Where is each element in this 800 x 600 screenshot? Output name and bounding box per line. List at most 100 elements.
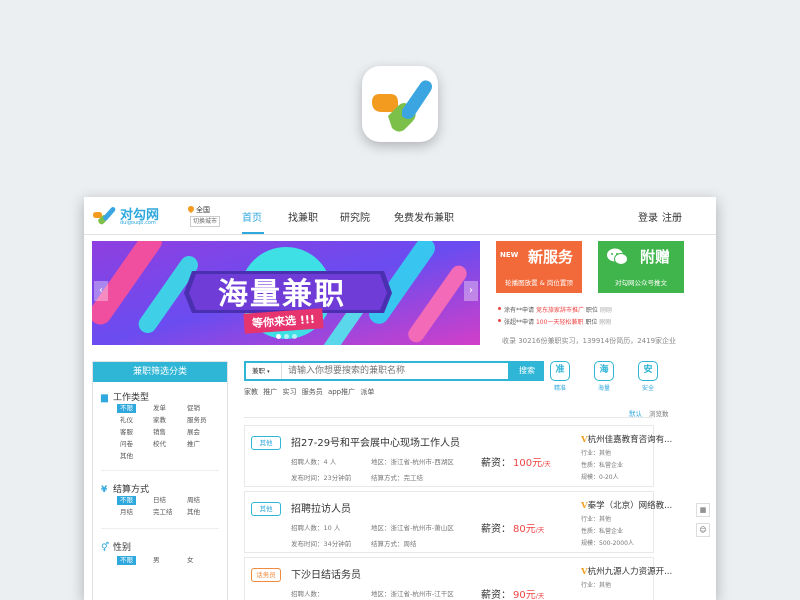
job-card[interactable]: 其他 招聘拉访人员 招聘人数：10 人 地区：浙江省-杭州市-萧山区 发布时间：…	[244, 491, 672, 553]
salary-label: 薪资：	[481, 524, 511, 535]
badge-label: 精准	[553, 385, 566, 392]
carousel-dot-1[interactable]	[276, 334, 281, 339]
filter-option[interactable]: 推广	[187, 440, 200, 449]
salary-unit: /天	[535, 592, 545, 600]
hot-tag[interactable]: 家教	[244, 388, 258, 396]
filter-group-label: 性别	[113, 543, 132, 553]
salary-label: 薪资：	[481, 458, 511, 469]
filter-option[interactable]: 其他	[187, 508, 200, 517]
notice-prefix: 涂有**申请	[504, 307, 535, 314]
filter-option[interactable]: 礼仪	[120, 416, 133, 425]
hot-tag[interactable]: 服务员	[302, 388, 323, 396]
job-area: 地区：浙江省-杭州市-江干区	[371, 590, 454, 598]
website-window: 对勾网 duigouqb.com 全国 切换城市 首页 找兼职 研究院 免费发布…	[84, 197, 716, 600]
job-card[interactable]: 其他 招27-29号和平会展中心现场工作人员 招聘人数：4 人 地区：浙江省-杭…	[244, 425, 672, 487]
filter-option[interactable]: 其他	[120, 452, 133, 461]
job-settlement: 结算方式：周结	[371, 540, 417, 548]
switch-city-button[interactable]: 切换城市	[190, 216, 221, 227]
notice-time: 刚刚	[599, 319, 612, 326]
banner-prev-button[interactable]: ‹	[94, 281, 108, 301]
precise-icon: 准	[550, 361, 570, 381]
filter-option[interactable]: 周结	[187, 496, 200, 505]
filter-option[interactable]: 销售	[153, 428, 166, 437]
apply-notice: 涂有**申请 竞东旅家辞市推广 职位 刚刚	[498, 305, 612, 314]
promo-gift[interactable]: 附赠 对勾网公众号推文	[598, 241, 684, 293]
company-name[interactable]: V杭州九源人力资源开...	[581, 565, 672, 577]
company-size: 规模：500-2000人	[581, 540, 634, 547]
filter-option[interactable]: 月结	[120, 508, 133, 517]
filter-option[interactable]: 问卷	[120, 440, 133, 449]
company-nature: 性质：私营企业	[581, 462, 624, 469]
filter-option[interactable]: 服务员	[187, 416, 207, 425]
company-name[interactable]: V秦学（北京）网络教...	[581, 499, 672, 511]
briefcase-icon: ▆	[101, 393, 108, 403]
site-logo[interactable]: 对勾网 duigouqb.com	[92, 204, 172, 230]
promo-new-service[interactable]: NEW 新服务 轮播图放置 & 岗位置顶	[496, 241, 582, 293]
chevron-down-icon: ▾	[267, 369, 270, 375]
notice-suffix: 职位	[585, 307, 598, 314]
nav-find-job[interactable]: 找兼职	[288, 209, 318, 224]
filter-group-label: 结算方式	[113, 485, 150, 495]
current-city: 全国	[196, 206, 210, 214]
register-link[interactable]: 注册	[662, 209, 682, 224]
job-card[interactable]: 话务员 下沙日结话务员 招聘人数： 地区：浙江省-杭州市-江干区 薪资： 90元…	[244, 557, 672, 600]
company-name[interactable]: V杭州佳嘉教育咨询有...	[581, 433, 672, 445]
filter-option[interactable]: 促销	[187, 404, 200, 413]
filter-option[interactable]: 不限	[117, 496, 136, 505]
job-title[interactable]: 招聘拉访人员	[291, 500, 351, 515]
list-divider	[244, 417, 654, 418]
nav-institute[interactable]: 研究院	[340, 209, 370, 224]
banner-carousel[interactable]: ‹ › 海量兼职 等你来选 !!!	[92, 241, 480, 345]
nav-post-job[interactable]: 免费发布兼职	[394, 209, 454, 224]
qq-chat-icon[interactable]: ☺	[696, 523, 710, 537]
job-title[interactable]: 招27-29号和平会展中心现场工作人员	[291, 434, 460, 449]
yen-icon: ¥	[101, 485, 108, 495]
notice-job-link[interactable]: 100一天轻松兼职	[536, 319, 583, 326]
filter-option[interactable]: 家教	[153, 416, 166, 425]
filter-option[interactable]: 女	[187, 556, 194, 565]
job-recruits: 招聘人数：	[291, 590, 324, 598]
filter-divider	[101, 528, 219, 529]
filter-option[interactable]: 发单	[153, 404, 166, 413]
logo-domain: duigouqb.com	[120, 220, 156, 226]
filter-option[interactable]: 展会	[187, 428, 200, 437]
carousel-dot-2[interactable]	[284, 334, 289, 339]
salary-unit: /天	[542, 460, 551, 468]
hot-tag[interactable]: 派单	[360, 388, 374, 396]
login-link[interactable]: 登录	[638, 209, 658, 224]
safe-icon: 安	[638, 361, 658, 381]
hot-tag[interactable]: app推广	[328, 388, 355, 396]
hot-search-tags: 家教 推广 实习 服务员 app推广 派单	[244, 387, 377, 397]
search-input[interactable]	[288, 363, 488, 379]
promo-description: 对勾网公众号推文	[615, 279, 667, 287]
filter-option[interactable]: 客服	[120, 428, 133, 437]
job-category-tag: 其他	[251, 436, 281, 450]
banner-next-button[interactable]: ›	[464, 281, 478, 301]
badge-label: 安全	[641, 385, 654, 392]
search-type-label: 兼职	[252, 367, 265, 375]
salary-value: 90元	[513, 590, 536, 600]
feature-badge-safe: 安 安全	[628, 361, 668, 392]
company-industry: 行业：其他	[581, 516, 612, 523]
filter-option[interactable]: 校代	[153, 440, 166, 449]
top-navigation-bar: 对勾网 duigouqb.com 全国 切换城市 首页 找兼职 研究院 免费发布…	[84, 197, 716, 235]
salary-value: 80元	[513, 524, 536, 535]
filter-option[interactable]: 完工结	[153, 508, 173, 517]
carousel-dot-3[interactable]	[292, 334, 297, 339]
filter-option[interactable]: 日结	[153, 496, 166, 505]
search-button[interactable]: 搜索	[510, 361, 544, 381]
job-title[interactable]: 下沙日结话务员	[291, 566, 361, 581]
notice-dot-icon	[498, 319, 501, 322]
qr-code-icon[interactable]: ▦	[696, 503, 710, 517]
notice-job-link[interactable]: 竞东旅家辞市推广	[536, 307, 584, 314]
company-name-text: 杭州佳嘉教育咨询有...	[587, 435, 673, 445]
hot-tag[interactable]: 推广	[263, 388, 277, 396]
filter-option[interactable]: 不限	[117, 556, 136, 565]
search-type-dropdown[interactable]: 兼职 ▾	[246, 363, 282, 379]
company-industry: 行业：其他	[581, 450, 612, 457]
notice-dot-icon	[498, 307, 501, 310]
filter-option[interactable]: 男	[153, 556, 160, 565]
filter-option[interactable]: 不限	[117, 404, 136, 413]
nav-home[interactable]: 首页	[242, 209, 262, 224]
hot-tag[interactable]: 实习	[282, 388, 296, 396]
